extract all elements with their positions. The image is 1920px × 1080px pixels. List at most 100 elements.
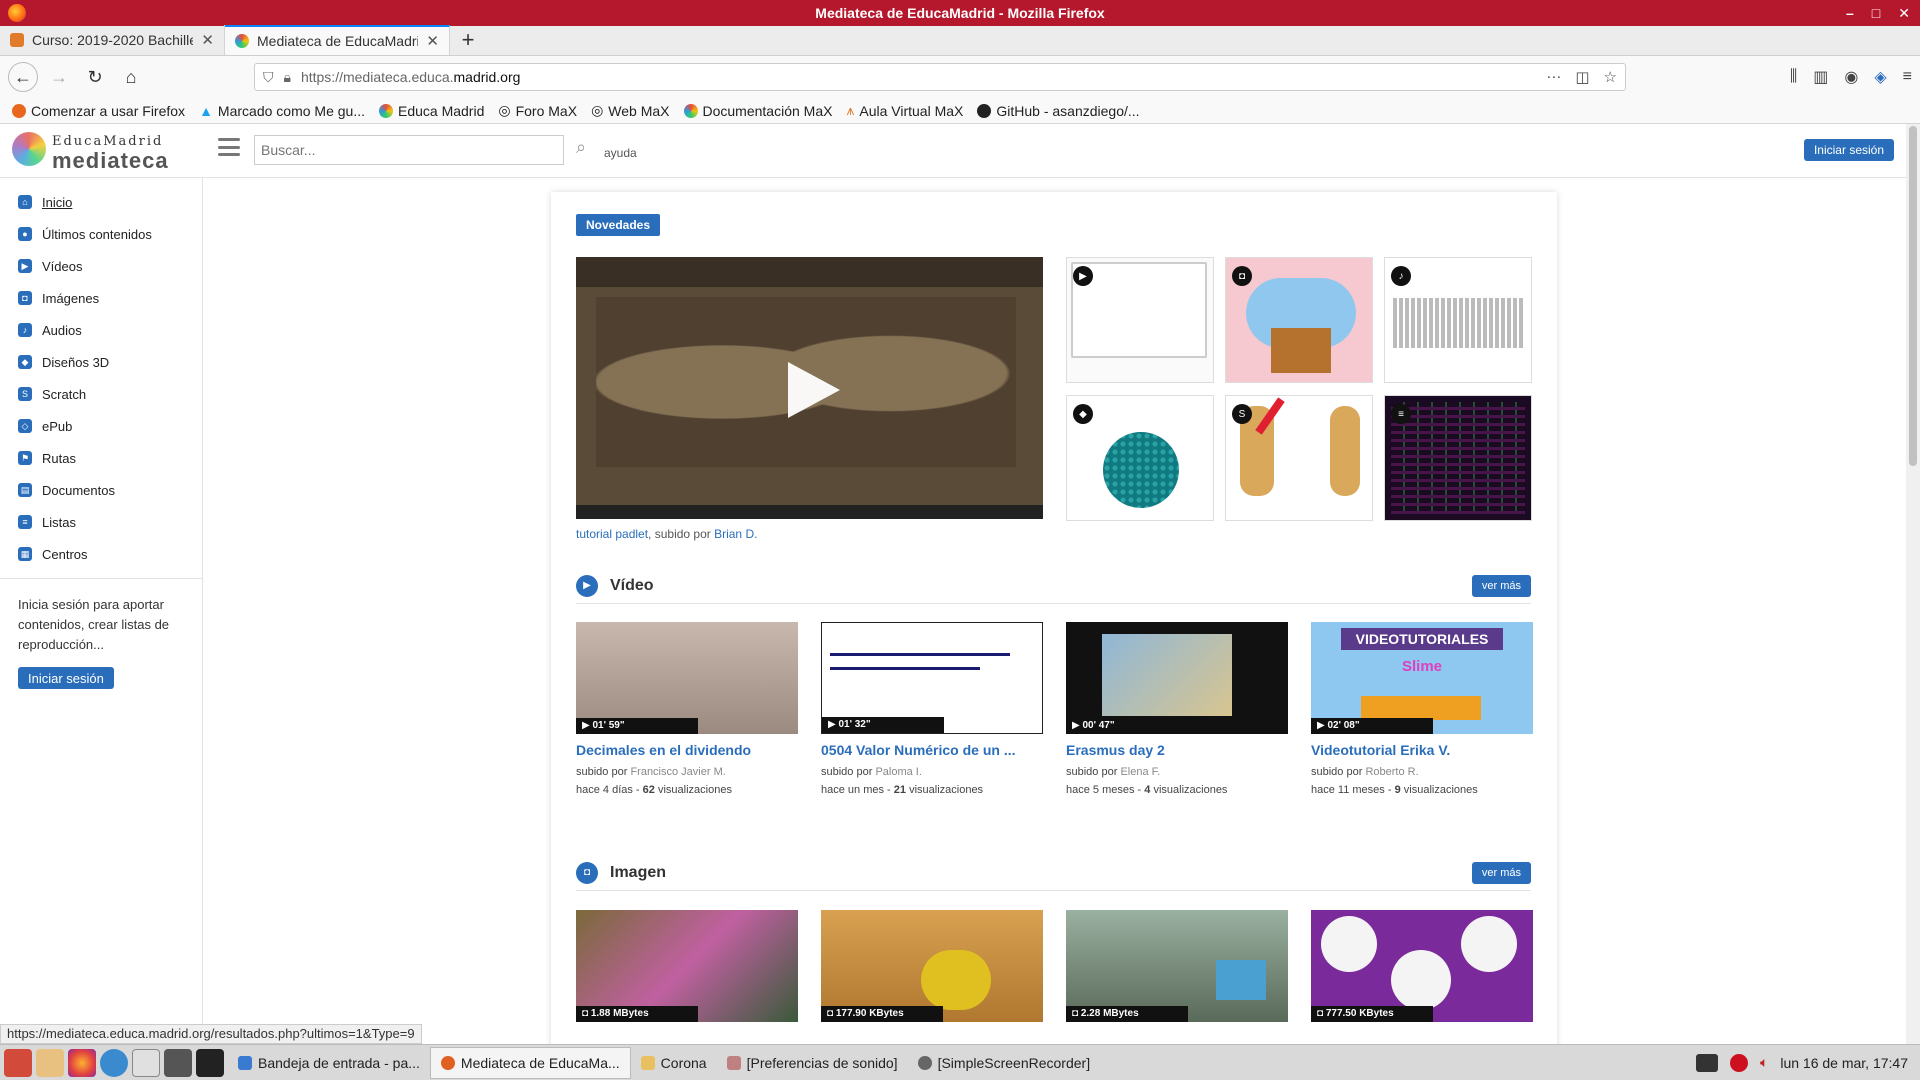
taskbar-window[interactable]: [SimpleScreenRecorder]: [908, 1047, 1101, 1079]
more-actions-icon[interactable]: ···: [1546, 68, 1561, 86]
video-title-link[interactable]: 0504 Valor Numérico de un ...: [821, 742, 1043, 758]
image-card[interactable]: ◘ 2.28 MBytes: [1066, 910, 1288, 1022]
search-input[interactable]: [254, 135, 564, 165]
novedad-thumb[interactable]: ♪: [1384, 257, 1532, 383]
author-link[interactable]: Francisco Javier M.: [630, 766, 725, 778]
author-link[interactable]: Elena F.: [1120, 766, 1160, 778]
reload-button[interactable]: ↻: [80, 62, 110, 92]
sidebar-item-listas[interactable]: ≡ Listas: [0, 506, 202, 538]
taskbar-window[interactable]: Bandeja de entrada - pa...: [228, 1047, 430, 1079]
novedad-thumb[interactable]: S: [1225, 395, 1373, 521]
sidebar-item-scratch[interactable]: S Scratch: [0, 378, 202, 410]
sidebar-item-documentos[interactable]: ▤ Documentos: [0, 474, 202, 506]
sidebar-login-button[interactable]: Iniciar sesión: [18, 667, 114, 689]
image-thumbnail[interactable]: ◘ 1.88 MBytes: [576, 910, 798, 1022]
forward-button[interactable]: →: [44, 62, 74, 92]
video-card[interactable]: VIDEOTUTORIALES Slime ▶ 02' 08" Videotut…: [1311, 622, 1533, 796]
account-icon[interactable]: ◉: [1844, 67, 1858, 87]
bookmark-item[interactable]: ▲ Marcado como Me gu...: [199, 103, 365, 119]
home-button[interactable]: ⌂: [116, 62, 146, 92]
bookmark-star-icon[interactable]: ☆: [1604, 68, 1617, 86]
featured-video-player[interactable]: [576, 257, 1043, 519]
shield-icon[interactable]: ⛉: [263, 69, 274, 86]
new-tab-button[interactable]: +: [450, 25, 486, 55]
sidebar-toggle-icon[interactable]: ▥: [1813, 67, 1828, 87]
taskbar-window[interactable]: Corona: [631, 1047, 717, 1079]
volume-icon[interactable]: 🔈︎: [1760, 1054, 1768, 1071]
video-more-button[interactable]: ver más: [1471, 574, 1531, 597]
image-thumbnail[interactable]: ◘ 177.90 KBytes: [821, 910, 1043, 1022]
clock[interactable]: lun 16 de mar, 17:47: [1780, 1055, 1908, 1071]
terminal-launcher-icon[interactable]: [164, 1048, 192, 1077]
video-card[interactable]: ▶ 01' 32" 0504 Valor Numérico de un ... …: [821, 622, 1043, 796]
tab-mediateca[interactable]: Mediateca de EducaMadri ✕: [225, 25, 450, 55]
extension-icon[interactable]: ◈: [1874, 67, 1886, 87]
scrollbar-thumb[interactable]: [1909, 126, 1917, 466]
back-button[interactable]: ←: [8, 62, 38, 92]
video-title-link[interactable]: Videotutorial Erika V.: [1311, 742, 1533, 758]
sidebar-item-ultimos-contenidos[interactable]: ● Últimos contenidos: [0, 218, 202, 250]
sidebar-item-videos[interactable]: ▶ Vídeos: [0, 250, 202, 282]
sidebar-item-inicio[interactable]: ⌂ Inicio: [0, 186, 202, 218]
firefox-launcher-icon[interactable]: [68, 1048, 96, 1077]
close-tab-icon[interactable]: ✕: [426, 32, 439, 50]
tray-record-icon[interactable]: [1729, 1053, 1748, 1072]
files-launcher-icon[interactable]: [36, 1048, 64, 1077]
bookmark-item[interactable]: GitHub - asanzdiego/...: [977, 103, 1140, 119]
bookmark-item[interactable]: Educa Madrid: [378, 103, 484, 119]
close-window-icon[interactable]: ✕: [1898, 5, 1910, 22]
browser-launcher-icon[interactable]: [100, 1048, 128, 1077]
taskbar-window[interactable]: Mediateca de EducaMa...: [429, 1046, 631, 1079]
featured-title-link[interactable]: tutorial padlet: [576, 527, 648, 541]
novedad-thumb[interactable]: ◆: [1066, 395, 1214, 521]
app-menu-icon[interactable]: [4, 1048, 32, 1077]
sidebar-item-rutas[interactable]: ⚑ Rutas: [0, 442, 202, 474]
login-button[interactable]: Iniciar sesión: [1803, 139, 1894, 161]
taskbar-window[interactable]: [Preferencias de sonido]: [717, 1047, 908, 1079]
video-thumbnail[interactable]: ▶ 01' 32": [821, 622, 1043, 734]
menu-icon[interactable]: ≡: [1903, 68, 1912, 86]
image-thumbnail[interactable]: ◘ 2.28 MBytes: [1066, 910, 1288, 1022]
url-bar[interactable]: ⛉ 🔒︎ https://mediateca.educa.madrid.org …: [254, 63, 1626, 91]
author-link[interactable]: Roberto R.: [1365, 766, 1418, 778]
library-icon[interactable]: ⫼: [1790, 68, 1797, 86]
bookmark-item[interactable]: ◎ Web MaX: [591, 102, 669, 119]
close-tab-icon[interactable]: ✕: [201, 31, 214, 49]
maximize-icon[interactable]: □: [1872, 5, 1880, 21]
image-card[interactable]: ◘ 1.88 MBytes: [576, 910, 798, 1022]
image-more-button[interactable]: ver más: [1471, 861, 1531, 884]
novedad-thumb[interactable]: ◘: [1225, 257, 1373, 383]
editor-launcher-icon[interactable]: [132, 1048, 160, 1077]
tray-monitor-icon[interactable]: [1695, 1053, 1718, 1072]
recorder-launcher-icon[interactable]: [196, 1048, 224, 1077]
image-thumbnail[interactable]: ◘ 777.50 KBytes: [1311, 910, 1533, 1022]
sidebar-item-disenos-3d[interactable]: ◆ Diseños 3D: [0, 346, 202, 378]
hamburger-menu-icon[interactable]: [218, 138, 240, 156]
video-thumbnail[interactable]: ▶ 00' 47": [1066, 622, 1288, 734]
sidebar-item-imagenes[interactable]: ◘ Imágenes: [0, 282, 202, 314]
page-scrollbar[interactable]: [1906, 124, 1920, 1044]
search-icon[interactable]: ⌕: [576, 137, 586, 158]
video-title-link[interactable]: Decimales en el dividendo: [576, 742, 798, 758]
novedad-thumb[interactable]: ≡: [1384, 395, 1532, 521]
lock-icon[interactable]: 🔒︎: [284, 69, 291, 86]
educamadrid-logo[interactable]: EducaMadrid mediateca: [12, 130, 192, 174]
bookmark-item[interactable]: ◎ Foro MaX: [498, 102, 577, 119]
novedad-thumb[interactable]: ▶: [1066, 257, 1214, 383]
help-link[interactable]: ayuda: [604, 146, 637, 160]
bookmark-item[interactable]: Documentación MaX: [683, 103, 832, 119]
video-thumbnail[interactable]: ▶ 01' 59": [576, 622, 798, 734]
bookmark-item[interactable]: Comenzar a usar Firefox: [12, 103, 185, 119]
play-icon[interactable]: [788, 362, 840, 418]
minimize-icon[interactable]: –: [1846, 5, 1854, 21]
author-link[interactable]: Paloma I.: [875, 766, 921, 778]
featured-author-link[interactable]: Brian D.: [714, 527, 757, 541]
bookmark-item[interactable]: ⩚ Aula Virtual MaX: [846, 102, 963, 119]
image-card[interactable]: ◘ 777.50 KBytes: [1311, 910, 1533, 1022]
sidebar-item-audios[interactable]: ♪ Audios: [0, 314, 202, 346]
sidebar-item-epub[interactable]: ◇ ePub: [0, 410, 202, 442]
tab-curso[interactable]: Curso: 2019-2020 Bachille ✕: [0, 25, 225, 55]
video-title-link[interactable]: Erasmus day 2: [1066, 742, 1288, 758]
video-card[interactable]: ▶ 00' 47" Erasmus day 2 subido por Elena…: [1066, 622, 1288, 796]
sidebar-item-centros[interactable]: ▦ Centros: [0, 538, 202, 570]
